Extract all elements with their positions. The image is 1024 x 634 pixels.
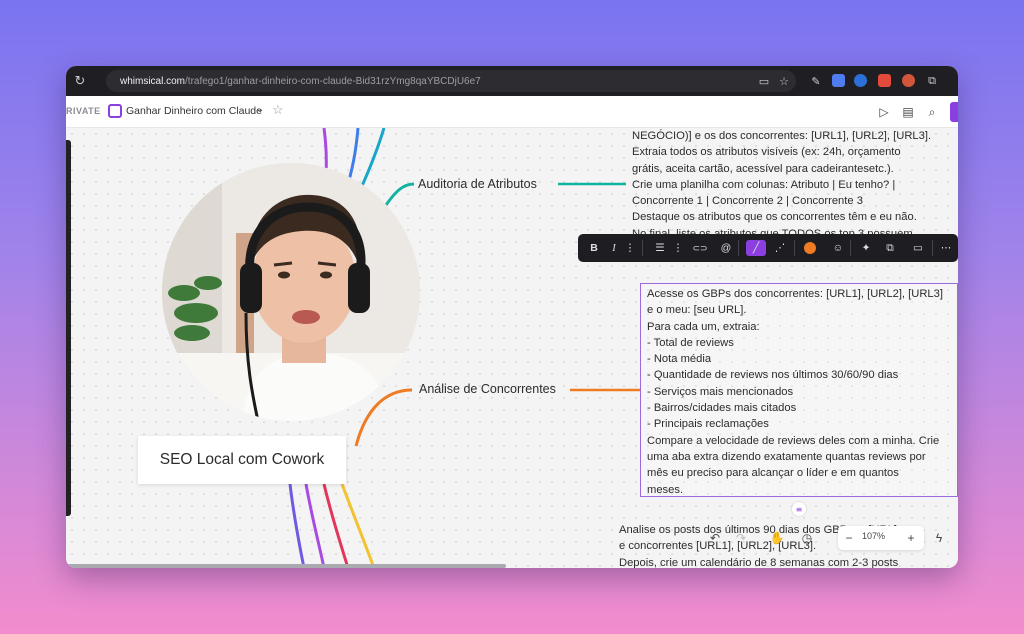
ai-sparkle-icon[interactable]: ✦ — [858, 240, 874, 256]
italic-button[interactable]: I — [606, 240, 622, 256]
text-line: - Nota média — [647, 353, 712, 366]
list-icon[interactable]: ☰ — [652, 240, 668, 256]
comment-icon[interactable]: ▭ — [910, 240, 926, 256]
bookmark-star-icon[interactable]: ☆ — [776, 73, 792, 89]
present-icon[interactable]: ▷ — [876, 104, 892, 120]
node-analise-de-concorrentes[interactable]: Análise de Concorrentes — [419, 382, 556, 396]
more-options-button[interactable]: ⋯ — [938, 240, 954, 256]
text-line: mês eu preciso para alcançar o líder e e… — [647, 467, 899, 480]
chevron-down-icon[interactable]: ⌄ — [256, 104, 264, 115]
hand-pan-icon[interactable]: ✋ — [766, 524, 788, 552]
text-line: - Bairros/cidades mais citados — [647, 402, 797, 415]
horizontal-scrollbar[interactable] — [66, 564, 506, 568]
text-line: Destaque os atributos que os concorrente… — [632, 211, 917, 224]
analise-text-block[interactable]: Acesse os GBPs dos concorrentes: [URL1],… — [647, 286, 943, 498]
pen-icon[interactable]: ✎ — [808, 73, 824, 89]
url-host: whimsical.com — [120, 75, 186, 87]
browser-window: ↻ whimsical.com/trafego1/ganhar-dinheiro… — [66, 66, 958, 568]
orange-swatch-icon — [804, 242, 816, 254]
text-line: NEGÓCIO)] e os dos concorrentes: [URL1],… — [632, 130, 932, 142]
zoom-in-button[interactable]: + — [900, 524, 922, 552]
zoom-out-button[interactable]: − — [838, 524, 860, 552]
document-title[interactable]: Ganhar Dinheiro com Claude — [126, 105, 262, 117]
toolbar-divider — [738, 240, 739, 256]
line-style-solid-button[interactable]: ╱ — [746, 240, 766, 256]
zoom-level[interactable]: 107% — [862, 531, 885, 541]
extensions-puzzle-icon[interactable]: ⧉ — [924, 73, 940, 89]
node-auditoria-de-atributos[interactable]: Auditoria de Atributos — [418, 177, 537, 191]
url-path: /trafego1/ganhar-dinheiro-com-claude-Bid… — [185, 75, 481, 87]
text-line: Extraia todos os atributos visíveis (ex:… — [632, 146, 901, 159]
text-line: Depois, crie um calendário de 8 semanas … — [619, 556, 899, 568]
search-icon[interactable]: ⌕ — [924, 104, 940, 120]
toolbar-divider — [642, 240, 643, 256]
line-style-dashed-button[interactable]: ⋰ — [772, 240, 788, 256]
extension-icon-2[interactable] — [854, 74, 867, 87]
toolbar-divider — [794, 240, 795, 256]
format-toolbar: B I ⋮ ☰ ⋮ ⊂⊃ @ ╱ ⋰ ☺ ✦ ⧉ ▭ ⋯ — [578, 234, 958, 262]
text-more-button[interactable]: ⋮ — [622, 240, 638, 256]
text-line: Crie uma planilha com colunas: Atributo … — [632, 178, 896, 191]
extension-icon-4[interactable] — [902, 74, 915, 87]
toolbar-divider — [932, 240, 933, 256]
browser-toolbar: ↻ whimsical.com/trafego1/ganhar-dinheiro… — [66, 66, 958, 96]
text-line: Acesse os GBPs dos concorrentes: [URL1],… — [647, 288, 943, 300]
redo-icon[interactable]: ↷ — [730, 524, 752, 552]
lightning-icon[interactable]: ϟ — [928, 524, 950, 552]
history-icon[interactable]: ◷ — [796, 524, 818, 552]
workspace-label[interactable]: RIVATE — [66, 106, 101, 116]
link-icon[interactable]: ⊂⊃ — [692, 240, 708, 256]
toolbar-divider — [850, 240, 851, 256]
duplicate-icon[interactable]: ⧉ — [882, 240, 898, 256]
cast-icon[interactable]: ▭ — [756, 73, 772, 89]
address-bar[interactable]: whimsical.com/trafego1/ganhar-dinheiro-c… — [106, 70, 796, 92]
color-picker-button[interactable] — [802, 240, 818, 256]
text-line: Para cada um, extraia: — [647, 320, 760, 333]
canvas-controls: ↶ ↷ ✋ ◷ − 107% + ϟ — [696, 524, 952, 552]
text-line: - Total de reviews — [647, 336, 734, 349]
node-handle-icon[interactable]: ≡ — [792, 502, 806, 516]
text-line: e o meu: [seu URL]. — [647, 304, 747, 317]
comments-icon[interactable]: ▤ — [900, 104, 916, 120]
text-line: meses. — [647, 483, 684, 496]
favorite-star-icon[interactable]: ☆ — [272, 102, 284, 118]
text-line: grátis, aceita cartão, acessível para ca… — [632, 162, 894, 175]
mention-button[interactable]: @ — [718, 240, 734, 256]
document-icon — [108, 104, 122, 118]
mindmap-canvas[interactable]: Auditoria de Atributos NEGÓCIO)] e os do… — [66, 128, 958, 568]
text-line: Concorrente 1 | Concorrente 2 | Concorre… — [632, 195, 863, 208]
presenter-image — [162, 163, 420, 421]
text-line: Compare a velocidade de reviews deles co… — [647, 434, 940, 447]
auditoria-text-block[interactable]: NEGÓCIO)] e os dos concorrentes: [URL1],… — [632, 128, 931, 242]
reload-icon[interactable]: ↻ — [66, 66, 94, 96]
emoji-icon[interactable]: ☺ — [830, 240, 846, 256]
extension-icon-3[interactable] — [878, 74, 891, 87]
text-line: - Principais reclamações — [647, 418, 769, 431]
app-header: RIVATE Ganhar Dinheiro com Claude ⌄ ☆ ▷ … — [66, 96, 958, 128]
text-line: - Quantidade de reviews nos últimos 30/6… — [647, 369, 899, 382]
share-button[interactable] — [950, 102, 958, 122]
text-line: - Serviços mais mencionados — [647, 385, 794, 398]
list-more-button[interactable]: ⋮ — [670, 240, 686, 256]
bold-button[interactable]: B — [586, 240, 602, 256]
text-line: uma aba extra dizendo exatamente quantas… — [647, 450, 926, 463]
undo-icon[interactable]: ↶ — [704, 524, 726, 552]
extension-icon-1[interactable] — [832, 74, 845, 87]
node-root-seo-local[interactable]: SEO Local com Cowork — [138, 436, 346, 484]
webcam-overlay — [162, 163, 420, 421]
